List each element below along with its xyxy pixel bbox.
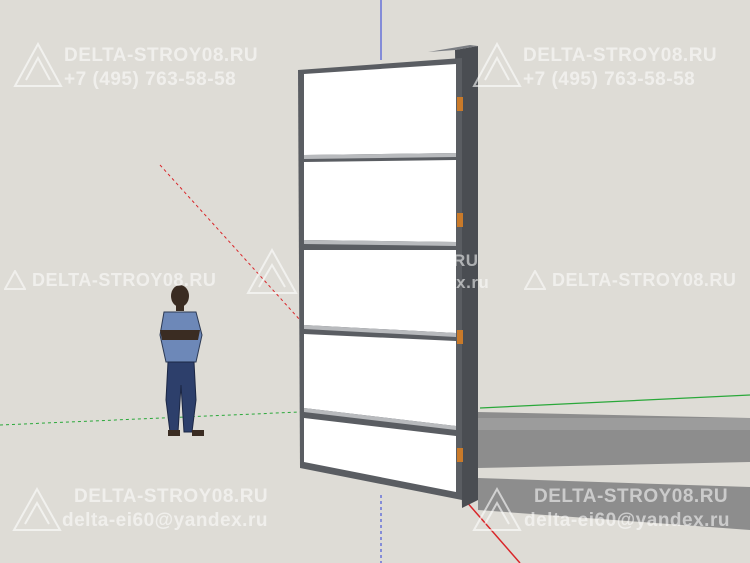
hinge-4 (457, 448, 463, 462)
hinge-1 (457, 97, 463, 111)
door-panel-1 (304, 64, 456, 155)
door-panel-2 (304, 160, 456, 242)
hinge-2 (457, 213, 463, 227)
door-shadow-band (478, 418, 750, 430)
hinge-3 (457, 330, 463, 344)
door-panel-3 (304, 250, 456, 333)
3d-scene (0, 0, 750, 563)
